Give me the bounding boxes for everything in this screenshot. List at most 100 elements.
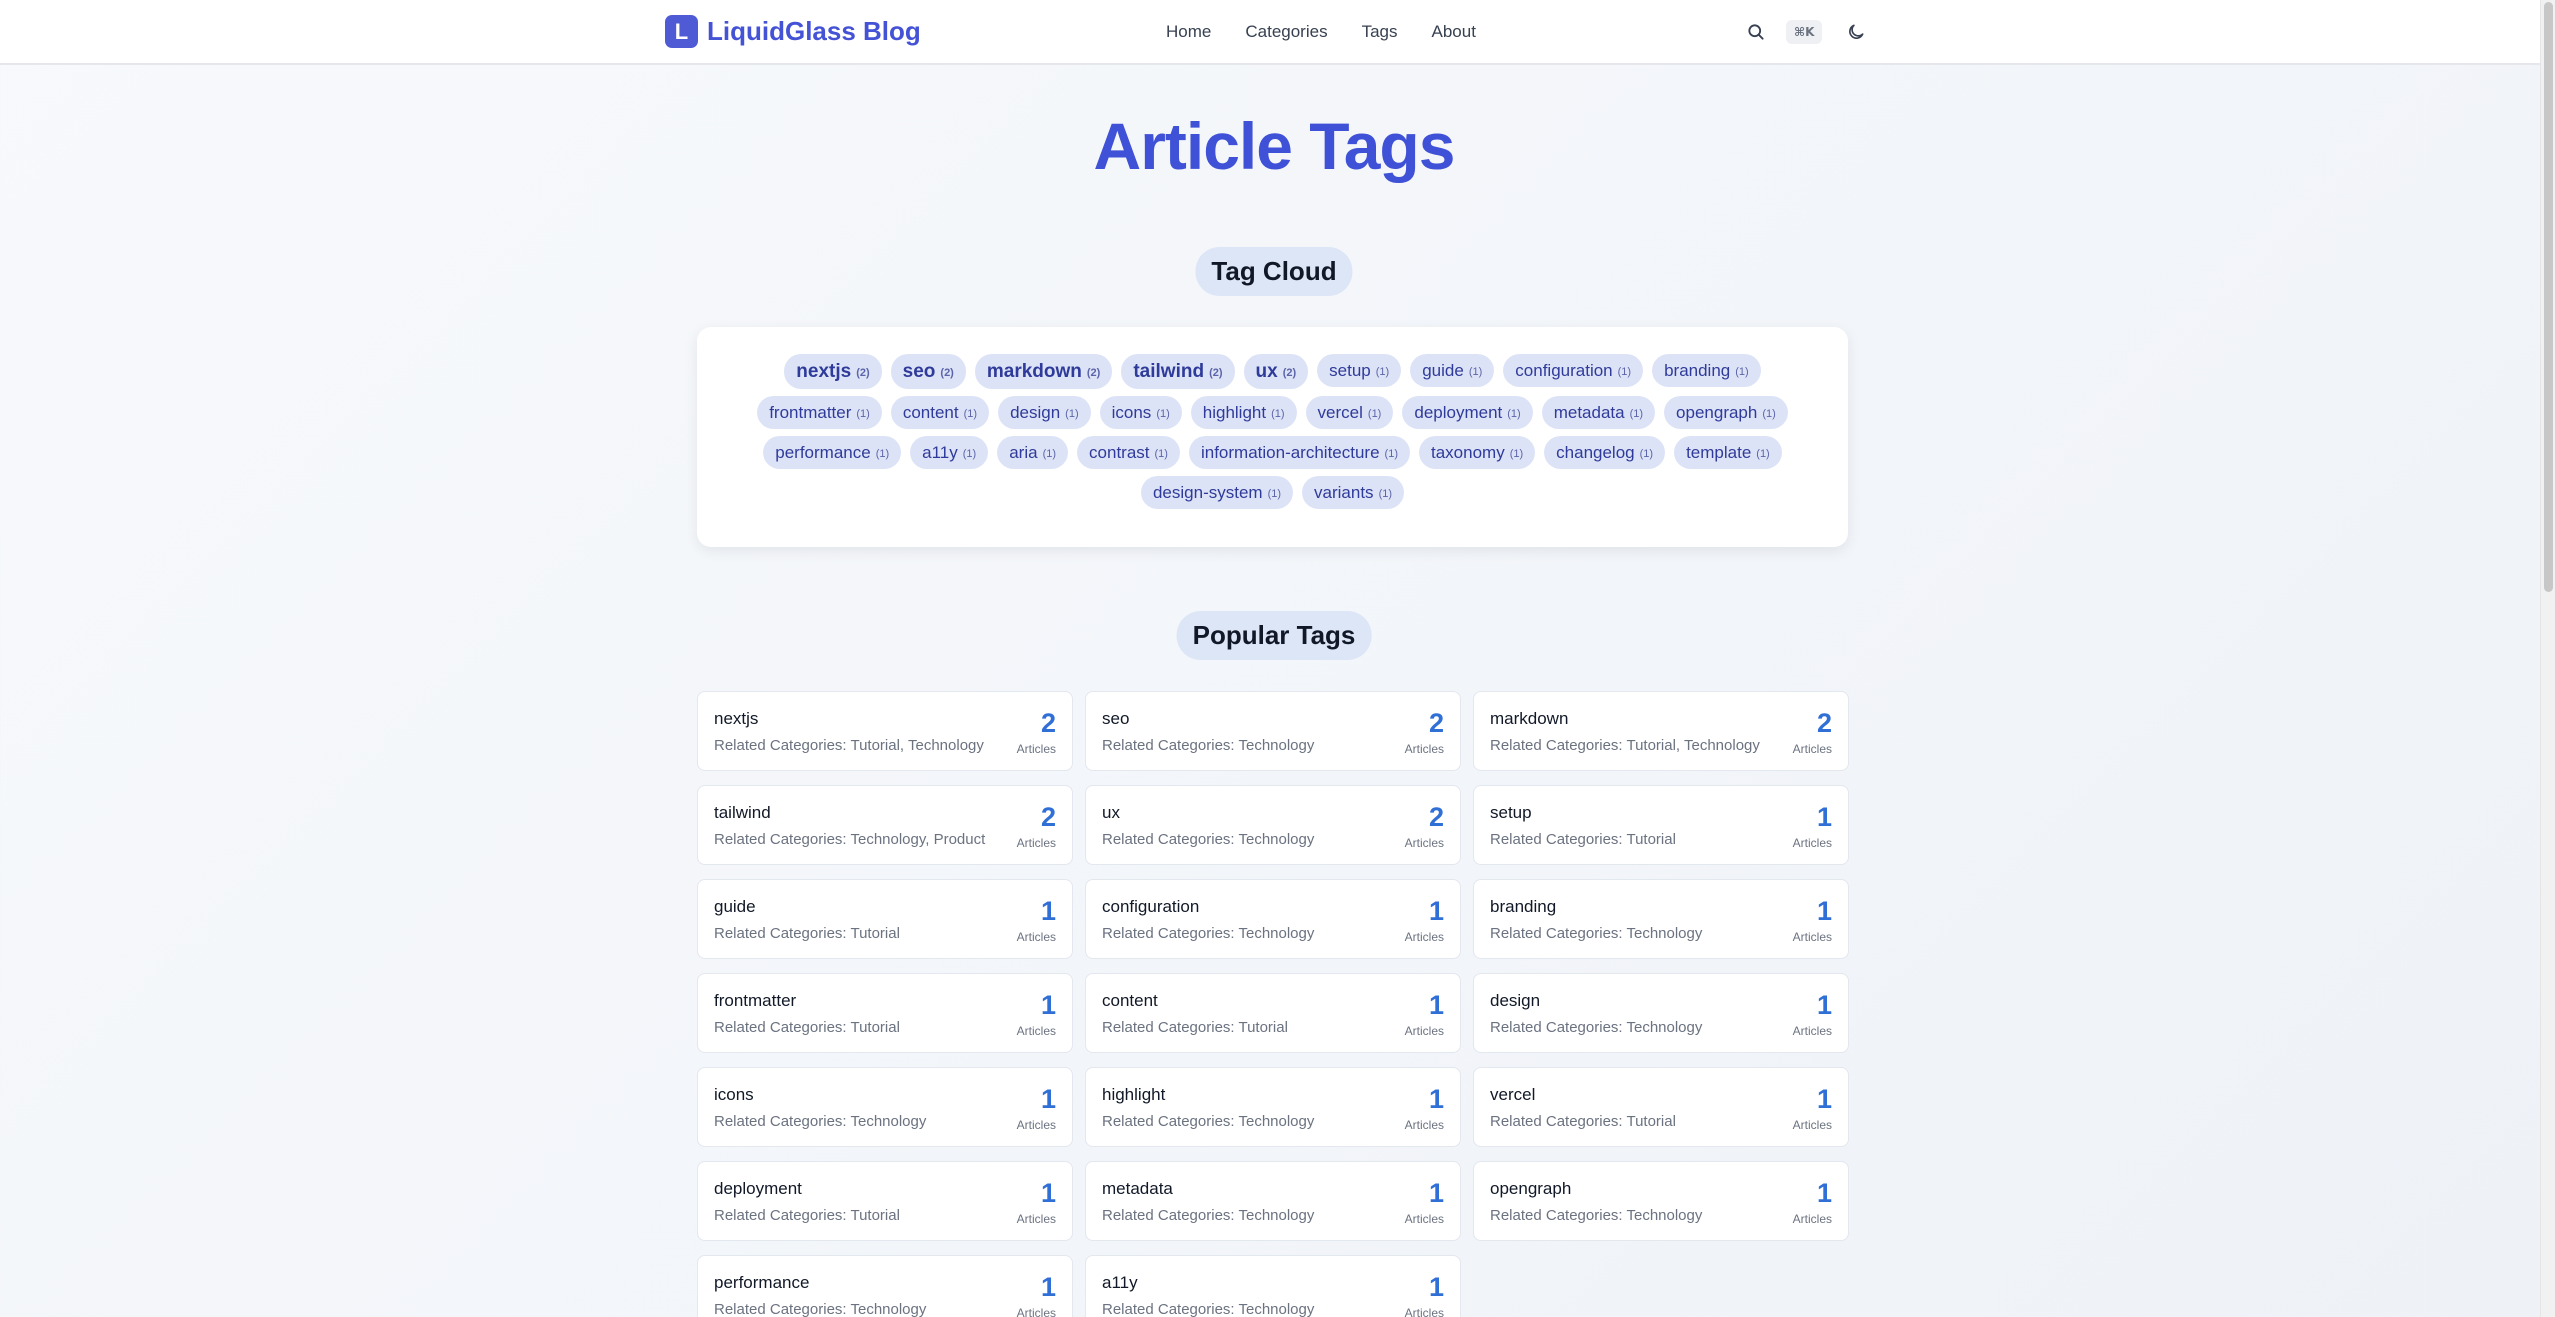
tag-cloud-item[interactable]: ux (2) (1243, 354, 1309, 389)
tag-cloud-item[interactable]: design (1) (998, 396, 1091, 429)
tag-name: nextjs (796, 360, 852, 382)
article-count: 2 (1040, 708, 1056, 738)
top-navbar: L LiquidGlass Blog Home Categories Tags … (0, 0, 2555, 65)
related-categories: Related Categories: Technology (1102, 1207, 1315, 1224)
popular-tag-card[interactable]: frontmatter Related Categories: Tutorial 1… (697, 973, 1073, 1053)
tag-cloud-item[interactable]: frontmatter (1) (757, 396, 882, 429)
popular-tag-card[interactable]: highlight Related Categories: Technology 1… (1085, 1067, 1461, 1147)
popular-tag-card[interactable]: vercel Related Categories: Tutorial 1 Artic… (1473, 1067, 1849, 1147)
page-scrollbar[interactable] (2540, 0, 2555, 1317)
nav-tags[interactable]: Tags (1362, 20, 1398, 44)
article-count: 1 (1040, 896, 1056, 926)
popular-tag-card[interactable]: branding Related Categories: Technology 1 A… (1473, 879, 1849, 959)
related-categories: Related Categories: Technology, Product (714, 831, 986, 848)
articles-label: Articles (1016, 930, 1056, 944)
popular-tag-card[interactable]: configuration Related Categories: Technol… (1085, 879, 1461, 959)
main-nav: Home Categories Tags About (1166, 20, 1510, 44)
related-categories: Related Categories: Tutorial (714, 925, 900, 942)
tag-cloud-item[interactable]: template (1) (1674, 436, 1782, 469)
related-categories: Related Categories: Tutorial (714, 1207, 900, 1224)
tag-cloud-item[interactable]: design-system (1) (1140, 476, 1294, 509)
tag-cloud-item[interactable]: vercel (1) (1305, 396, 1394, 429)
popular-tag-card[interactable]: markdown Related Categories: Tutorial, Te… (1473, 691, 1849, 771)
articles-label: Articles (1404, 1306, 1444, 1317)
tag-count: (1) (1468, 366, 1483, 378)
tag-cloud-item[interactable]: setup (1) (1317, 354, 1402, 387)
popular-tag-card[interactable]: opengraph Related Categories: Technology 1… (1473, 1161, 1849, 1241)
tag-count: (1) (1639, 448, 1654, 460)
tag-cloud-item[interactable]: changelog (1) (1544, 436, 1666, 469)
tag-cloud-item[interactable]: information-architecture (1) (1188, 436, 1410, 469)
search-button[interactable] (1740, 16, 1772, 48)
article-count: 1 (1816, 1084, 1832, 1114)
tag-count: (1) (1042, 448, 1057, 460)
popular-tag-card[interactable]: setup Related Categories: Tutorial 1 Articl… (1473, 785, 1849, 865)
articles-label: Articles (1404, 742, 1444, 756)
articles-label: Articles (1792, 1118, 1832, 1132)
popular-tags-grid: nextjs Related Categories: Tutorial, Tech… (697, 691, 1849, 1317)
popular-tag-name: design (1490, 991, 1541, 1010)
tag-name: template (1686, 442, 1752, 462)
tag-count: (1) (1735, 366, 1749, 378)
tag-cloud-item[interactable]: contrast (1) (1077, 436, 1180, 469)
tag-cloud-item[interactable]: a11y (1) (910, 436, 989, 469)
tag-count: (1) (1756, 448, 1770, 460)
brand-link[interactable]: L LiquidGlass Blog (665, 15, 921, 48)
tag-name: opengraph (1676, 402, 1758, 422)
scrollbar-thumb[interactable] (2544, 2, 2553, 592)
popular-tag-card[interactable]: performance Related Categories: Technolog… (697, 1255, 1073, 1317)
popular-tag-card[interactable]: a11y Related Categories: Technology 1 Artic… (1085, 1255, 1461, 1317)
tag-cloud-item[interactable]: deployment (1) (1402, 396, 1533, 429)
tag-name: ux (1255, 360, 1278, 382)
tag-cloud-item[interactable]: markdown (2) (974, 354, 1113, 389)
popular-tag-card[interactable]: seo Related Categories: Technology 2 Articl… (1085, 691, 1461, 771)
articles-label: Articles (1792, 742, 1832, 756)
tag-cloud-item[interactable]: performance (1) (763, 436, 902, 469)
related-categories: Related Categories: Technology (714, 1113, 927, 1130)
tag-count: (2) (1086, 367, 1101, 379)
tag-cloud-item[interactable]: aria (1) (997, 436, 1069, 469)
popular-tag-card[interactable]: guide Related Categories: Tutorial 1 Articl… (697, 879, 1073, 959)
related-categories: Related Categories: Technology (1490, 1019, 1703, 1036)
tag-count: (2) (856, 367, 870, 379)
popular-tag-card[interactable]: design Related Categories: Technology 1 Art… (1473, 973, 1849, 1053)
tag-count: (1) (1375, 366, 1390, 378)
theme-toggle-button[interactable] (1840, 16, 1872, 48)
tag-cloud-item[interactable]: metadata (1) (1541, 396, 1656, 429)
nav-home[interactable]: Home (1166, 20, 1211, 44)
tag-name: deployment (1414, 402, 1503, 422)
tag-cloud-item[interactable]: opengraph (1) (1664, 396, 1788, 429)
tag-name: a11y (922, 442, 958, 462)
popular-tag-card[interactable]: deployment Related Categories: Tutorial 1 A… (697, 1161, 1073, 1241)
tag-cloud-item[interactable]: nextjs (2) (784, 354, 882, 389)
tag-cloud-item[interactable]: content (1) (890, 396, 990, 429)
tag-cloud-item[interactable]: branding (1) (1652, 354, 1761, 387)
tag-cloud-item[interactable]: taxonomy (1) (1419, 436, 1536, 469)
popular-tag-card[interactable]: metadata Related Categories: Technology 1 A… (1085, 1161, 1461, 1241)
popular-tag-card[interactable]: icons Related Categories: Technology 1 Arti… (697, 1067, 1073, 1147)
tag-cloud-item[interactable]: highlight (1) (1190, 396, 1297, 429)
tag-cloud-item[interactable]: variants (1) (1302, 476, 1405, 509)
popular-tag-card[interactable]: content Related Categories: Tutorial 1 Arti… (1085, 973, 1461, 1053)
nav-about[interactable]: About (1432, 20, 1476, 44)
tag-cloud-item[interactable]: tailwind (2) (1121, 354, 1235, 389)
popular-tag-name: a11y (1102, 1273, 1138, 1292)
popular-tag-card[interactable]: tailwind Related Categories: Technology, … (697, 785, 1073, 865)
popular-tag-name: highlight (1102, 1085, 1166, 1104)
tag-count: (2) (940, 367, 954, 379)
popular-tag-card[interactable]: nextjs Related Categories: Tutorial, Tech… (697, 691, 1073, 771)
tag-cloud-item[interactable]: icons (1) (1099, 396, 1182, 429)
brand-name: LiquidGlass Blog (707, 16, 921, 46)
articles-label: Articles (1792, 836, 1832, 850)
related-categories: Related Categories: Tutorial (1490, 831, 1676, 848)
popular-tag-name: frontmatter (714, 991, 797, 1010)
tag-count: (1) (1507, 408, 1521, 420)
tag-name: performance (775, 442, 871, 462)
tag-cloud-item[interactable]: seo (2) (890, 354, 966, 389)
tag-cloud-item[interactable]: guide (1) (1410, 354, 1495, 387)
nav-categories[interactable]: Categories (1245, 20, 1327, 44)
tag-count: (1) (1762, 408, 1776, 420)
tag-cloud-item[interactable]: configuration (1) (1503, 354, 1644, 387)
popular-tag-card[interactable]: ux Related Categories: Technology 2 Article… (1085, 785, 1461, 865)
article-count: 1 (1428, 1272, 1444, 1302)
